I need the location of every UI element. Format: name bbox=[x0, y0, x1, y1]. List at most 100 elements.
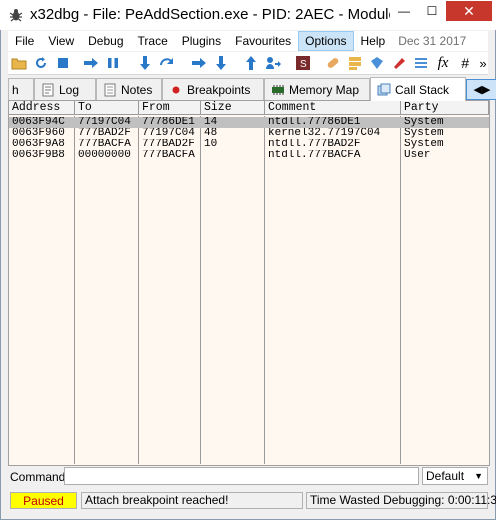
column-divider bbox=[74, 116, 75, 464]
menu-favourites[interactable]: Favourites bbox=[228, 31, 298, 51]
tab-scroll-arrows[interactable]: ◀▶ bbox=[466, 79, 496, 100]
toolbar: S fx # » bbox=[8, 52, 488, 75]
cell-to: 77197C04 bbox=[78, 117, 131, 128]
time-wasted-counter: Time Wasted Debugging: 0:00:11:31 bbox=[306, 492, 496, 509]
step-into-icon[interactable] bbox=[136, 54, 154, 72]
run-to-user-code-icon[interactable] bbox=[264, 54, 282, 72]
menu-options[interactable]: Options bbox=[298, 31, 354, 51]
cell-address: 0063F9B8 bbox=[12, 150, 65, 161]
cell-party: User bbox=[404, 150, 431, 161]
column-header-party[interactable]: Party bbox=[401, 101, 489, 115]
chevron-down-icon: ▼ bbox=[474, 471, 483, 481]
cell-comment: ntdll.77786DE1 bbox=[268, 117, 361, 128]
menu-debug[interactable]: Debug bbox=[81, 31, 130, 51]
minimize-icon: — bbox=[398, 4, 410, 18]
command-mode-select[interactable]: Default ▼ bbox=[422, 467, 488, 485]
close-button[interactable]: ✕ bbox=[446, 1, 492, 21]
maximize-button[interactable]: ☐ bbox=[418, 1, 446, 21]
table-row[interactable]: 0063F9A8 777BACFA 777BAD2F 10 ntdll.777B… bbox=[9, 139, 489, 150]
column-header-size[interactable]: Size bbox=[201, 101, 265, 115]
call-stack-icon bbox=[377, 83, 391, 97]
restart-icon[interactable] bbox=[32, 54, 50, 72]
cell-address: 0063F9A8 bbox=[12, 139, 65, 150]
cell-comment: ntdll.777BACFA bbox=[268, 150, 361, 161]
labels-icon[interactable] bbox=[368, 54, 386, 72]
notes-icon bbox=[103, 83, 117, 97]
memory-chip-icon bbox=[271, 83, 285, 97]
cell-from: 777BAD2F bbox=[142, 139, 195, 150]
tab-label: Memory Map bbox=[289, 82, 360, 97]
debug-state-badge: Paused bbox=[10, 492, 77, 509]
cell-address: 0063F94C bbox=[12, 117, 65, 128]
column-divider bbox=[400, 116, 401, 464]
cell-to: 777BACFA bbox=[78, 139, 131, 150]
tab-memory-map[interactable]: Memory Map bbox=[264, 78, 370, 100]
maximize-icon: ☐ bbox=[426, 4, 438, 18]
column-header-from[interactable]: From bbox=[139, 101, 201, 115]
table-row[interactable]: 0063F9B8 00000000 777BACFA ntdll.777BACF… bbox=[9, 150, 489, 161]
stop-icon[interactable] bbox=[54, 54, 72, 72]
column-header-to[interactable]: To bbox=[75, 101, 139, 115]
tab-log[interactable]: Log bbox=[34, 78, 96, 100]
tab-bar: h Log Notes Breakpoints Memory Map Call … bbox=[8, 77, 496, 101]
bug-icon bbox=[8, 7, 24, 23]
fx-icon[interactable]: fx bbox=[434, 54, 452, 72]
menu-view[interactable]: View bbox=[41, 31, 81, 51]
status-message: Attach breakpoint reached! bbox=[81, 492, 303, 509]
run-icon[interactable] bbox=[82, 54, 100, 72]
menu-plugins[interactable]: Plugins bbox=[175, 31, 228, 51]
scylla-icon[interactable]: S bbox=[294, 54, 312, 72]
window-title: x32dbg - File: PeAddSection.exe - PID: 2… bbox=[30, 6, 390, 23]
cell-to: 00000000 bbox=[78, 150, 131, 161]
menu-bar: File View Debug Trace Plugins Favourites… bbox=[8, 31, 488, 51]
open-folder-icon[interactable] bbox=[10, 54, 28, 72]
functions-icon[interactable] bbox=[412, 54, 430, 72]
table-row[interactable]: 0063F960 777BAD2F 77197C04 48 kernel32.7… bbox=[9, 128, 489, 139]
column-divider bbox=[264, 116, 265, 464]
tab-label: Breakpoints bbox=[187, 82, 251, 97]
cell-size: 14 bbox=[204, 117, 218, 128]
command-bar: Command: Default ▼ bbox=[8, 466, 488, 488]
comments-icon[interactable] bbox=[346, 54, 364, 72]
patch-icon[interactable] bbox=[324, 54, 342, 72]
tab-breakpoints[interactable]: Breakpoints bbox=[162, 78, 264, 100]
minimize-button[interactable]: — bbox=[390, 1, 418, 21]
log-icon bbox=[41, 83, 55, 97]
cell-from: 77197C04 bbox=[142, 128, 195, 139]
tab-label: Call Stack bbox=[395, 82, 450, 97]
tab-label: Log bbox=[59, 82, 80, 97]
cell-party: System bbox=[404, 128, 444, 139]
tab-scroll-icon: ◀▶ bbox=[473, 84, 491, 96]
cell-size: 10 bbox=[204, 139, 218, 150]
table-row[interactable]: 0063F94C 77197C04 77786DE1 14 ntdll.7778… bbox=[9, 117, 489, 128]
step-over-icon[interactable] bbox=[158, 54, 176, 72]
cell-from: 77786DE1 bbox=[142, 117, 195, 128]
cell-to: 777BAD2F bbox=[78, 128, 131, 139]
column-header-comment[interactable]: Comment bbox=[265, 101, 401, 115]
bookmarks-icon[interactable] bbox=[390, 54, 408, 72]
tab-call-stack[interactable]: Call Stack bbox=[370, 77, 466, 101]
trace-over-icon[interactable] bbox=[212, 54, 230, 72]
cell-comment: kernel32.77197C04 bbox=[268, 128, 381, 139]
command-input[interactable] bbox=[64, 467, 419, 485]
cell-comment: ntdll.777BAD2F bbox=[268, 139, 361, 150]
column-divider bbox=[138, 116, 139, 464]
build-date: Dec 31 2017 bbox=[398, 34, 467, 48]
tab-partial[interactable]: h bbox=[8, 78, 34, 100]
menu-help[interactable]: Help bbox=[354, 31, 393, 51]
hash-icon[interactable]: # bbox=[456, 54, 474, 72]
trace-into-icon[interactable] bbox=[190, 54, 208, 72]
status-bar: Paused Attach breakpoint reached! Time W… bbox=[8, 491, 496, 511]
toolbar-overflow-button[interactable]: » bbox=[474, 54, 492, 72]
tab-notes[interactable]: Notes bbox=[96, 78, 162, 100]
menu-trace[interactable]: Trace bbox=[131, 31, 175, 51]
menu-file[interactable]: File bbox=[8, 31, 41, 51]
execute-till-return-icon[interactable] bbox=[242, 54, 260, 72]
call-stack-table[interactable]: Address To From Size Comment Party 0063F… bbox=[8, 100, 490, 466]
command-label: Command: bbox=[10, 470, 69, 484]
cell-party: System bbox=[404, 139, 444, 150]
close-icon: ✕ bbox=[463, 2, 475, 19]
column-divider bbox=[200, 116, 201, 464]
column-header-address[interactable]: Address bbox=[9, 101, 75, 115]
pause-icon[interactable] bbox=[104, 54, 122, 72]
